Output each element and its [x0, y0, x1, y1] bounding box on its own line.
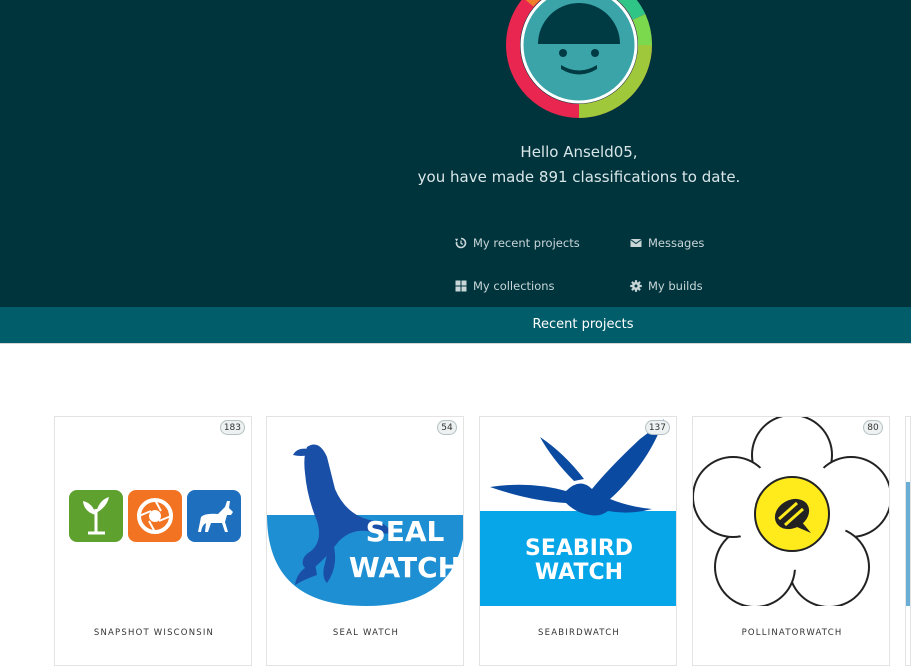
dashboard-hero: Hello Anseld05, you have made 891 classi…: [0, 0, 911, 307]
project-card-snapshot-wisconsin[interactable]: 183 SNAPSHOT WISCONSIN: [54, 416, 252, 666]
seabird-logo-text-2: WATCH: [535, 560, 623, 585]
my-collections-label: My collections: [473, 279, 555, 293]
recent-projects-bar: Recent projects: [0, 307, 911, 344]
my-recent-projects-label: My recent projects: [473, 236, 580, 250]
classification-count-badge: 183: [219, 420, 245, 435]
gear-icon: [630, 280, 642, 292]
project-name[interactable]: SEAL WATCH: [267, 628, 463, 638]
seal-logo-text-1: SEAL: [366, 515, 445, 548]
project-card-seal-watch[interactable]: SEAL WATCH 54 SEAL WATCH: [266, 416, 464, 666]
recent-projects-heading[interactable]: Recent projects: [0, 317, 911, 332]
user-avatar[interactable]: [506, 0, 652, 118]
project-card-seabirdwatch[interactable]: SEABIRD WATCH 137 SEABIRDWATCH: [479, 416, 677, 666]
th-large-icon: [455, 280, 467, 292]
greeting-text: Hello Anseld05,: [520, 143, 638, 161]
my-builds-link[interactable]: My builds: [630, 279, 703, 293]
project-name[interactable]: POLLINATORWATCH: [693, 628, 889, 638]
classification-count-badge: 80: [863, 420, 883, 435]
project-name[interactable]: SNAPSHOT WISCONSIN: [55, 628, 251, 638]
seal-logo-text-2: WATCH: [349, 551, 461, 584]
messages-link[interactable]: Messages: [630, 236, 704, 250]
classification-count-badge: 54: [437, 420, 457, 435]
messages-label: Messages: [648, 236, 705, 250]
envelope-icon: [630, 239, 642, 247]
my-recent-projects-link[interactable]: My recent projects: [455, 236, 580, 250]
history-icon: [455, 237, 467, 249]
classification-count-badge: 137: [644, 420, 670, 435]
project-logo: [906, 482, 910, 606]
project-card-partial[interactable]: [905, 416, 911, 666]
my-builds-label: My builds: [648, 279, 703, 293]
seabird-logo-text-1: SEABIRD: [525, 536, 633, 561]
project-logo: [693, 417, 889, 606]
project-card-pollinatorwatch[interactable]: 80 POLLINATORWATCH: [692, 416, 890, 666]
my-collections-link[interactable]: My collections: [455, 279, 555, 293]
project-name[interactable]: SEABIRDWATCH: [480, 628, 676, 638]
project-logo: SEABIRD WATCH: [480, 417, 676, 606]
project-logo: SEAL WATCH: [267, 417, 463, 606]
project-logo: [55, 417, 251, 606]
classification-count-text: you have made 891 classifications to dat…: [417, 168, 741, 186]
